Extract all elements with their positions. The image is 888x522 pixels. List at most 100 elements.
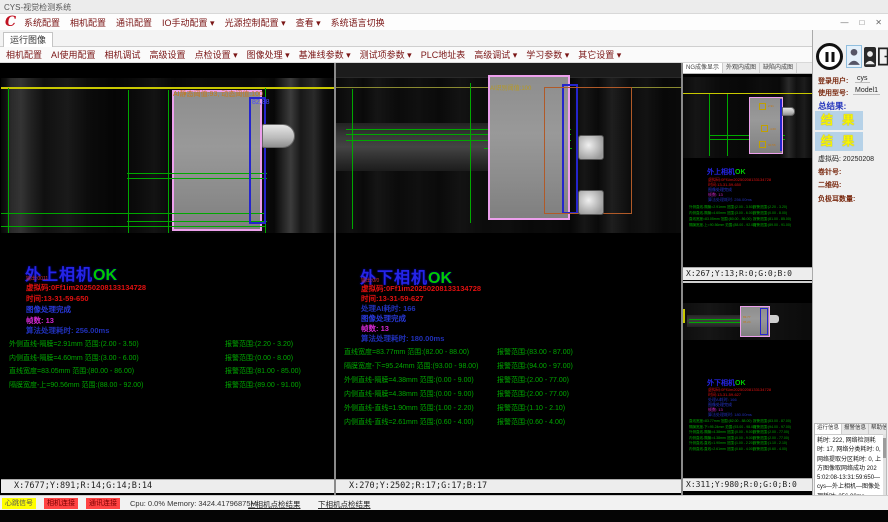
camera-link-badge: 相机连接 [44,498,78,509]
green-line [168,90,169,233]
measurement-value: 直线宽度=83.77mm 范围:(82.00 - 88.00) [344,347,469,357]
close-icon[interactable]: ✕ [875,18,882,27]
green-line [1,226,266,227]
menu-item-light-control-config[interactable]: 光源控制配置 ▾ [225,16,286,29]
measurement-value: 外侧直线-直线=1.90mm 范围:(1.00 - 2.20) [689,441,754,446]
model-value[interactable]: Model1 [853,87,880,95]
tool-camera-config[interactable]: 相机配置 [6,48,42,61]
ng-display-column: NG成像显示 外观内成图 缺陷内成图 2.91 4.60 90.56 [683,63,812,495]
tab-alarm-info[interactable]: 报警信息 [842,424,869,434]
baseline-yellow-line [683,93,812,94]
heartbeat-badge: 心跳信号 [2,498,36,509]
measurement-row: 内侧直线-隔膜=4.60mm 范围:(3.00 - 6.00)报警范围:(0.0… [683,211,812,216]
alarm-range: 报警范围:(2.00 - 77.00) [497,375,569,385]
tool-other-settings[interactable]: 其它设置 ▾ [578,48,621,61]
info-scrollbar[interactable] [883,434,886,499]
processing-done: 图像处理完成 [26,304,71,315]
tool-test-params[interactable]: 测试项参数 ▾ [360,48,412,61]
tab-outer-view[interactable]: 外观内成图 [723,63,760,73]
camera-name: 外上相机 [707,169,735,176]
measurement-value: 外侧直线-隔膜=4.38mm 范围:(0.00 - 9.00) [344,375,474,385]
comm-link-badge: 通讯连接 [86,498,120,509]
alarm-range: 报警范围:(1.10 - 2.10) [753,441,787,446]
lower-camera-thumbnail[interactable]: 83.77 95.24 [683,303,812,340]
upper-camera-thumbnail[interactable]: 2.91 4.60 90.56 [683,77,812,158]
negative-tab-count-label: 负极耳数量: [818,194,855,204]
menu-bar: C 系统配置 相机配置 通讯配置 IO手动配置 ▾ 光源控制配置 ▾ 查看 ▾ … [0,14,888,30]
mini-camera-title: 外上相机OK [707,167,746,177]
measurement-value: 隔膜宽度-上=90.56mm 范围:(88.00 - 92.00) [689,223,756,228]
alarm-range: 报警范围:(0.60 - 4.00) [753,447,787,452]
upper-camera-image[interactable]: AI静态阈值:93, 动态阈值:100 82,88 [1,78,334,233]
login-user-button[interactable] [846,45,862,68]
menu-item-io-manual-config[interactable]: IO手动配置 ▾ [162,16,215,29]
tab-ng-display[interactable]: NG成像显示 [683,63,723,73]
tab-connector [782,107,795,116]
exit-button[interactable] [877,45,888,68]
measurement-row: 直线宽度=83.77mm 范围:(82.00 - 88.00)报警范围:(83.… [683,419,812,424]
app-logo-icon: C [5,14,16,30]
window-title: CYS-视觉检测系统 [4,2,71,13]
lower-camera-check-link[interactable]: 下相机点检结果 [318,499,371,510]
tool-advanced-debug[interactable]: 高级调试 ▾ [474,48,517,61]
menu-item-camera-config[interactable]: 相机配置 [70,16,106,29]
green-line [127,178,267,179]
tab-run-info[interactable]: 运行信息 [815,424,842,434]
menu-item-view[interactable]: 查看 ▾ [296,16,321,29]
upper-camera-check-link[interactable]: 上相机点检结果 [248,499,301,510]
measurement-value: 直线宽度=83.77mm 范围:(82.00 - 88.00) [689,419,752,424]
measurement-value: 内侧直线-隔膜=4.60mm 范围:(3.00 - 6.00) [689,211,754,216]
alarm-range: 报警范围:(81.00 - 85.00) [753,217,791,222]
tab-help-info[interactable]: 帮助信息 [869,424,887,434]
tool-camera-debug[interactable]: 相机调试 [105,48,141,61]
measurement-value: 内侧直线-直线=2.61mm 范围:(0.60 - 4.00) [344,417,474,427]
measurement-value: 内侧直线-直线=2.61mm 范围:(0.60 - 4.00) [689,447,754,452]
user-icon [847,46,861,67]
pixel-coordinate-bar: X:267;Y:13;R:0;G:0;B:0 [683,267,812,280]
measurement-value: 直线宽度=83.05mm 范围:(80.00 - 86.00) [689,217,752,222]
green-line [1,213,266,214]
marker-value: 4.60 [770,127,776,131]
alarm-range: 报警范围:(89.00 - 91.00) [753,223,791,228]
menu-items: 系统配置 相机配置 通讯配置 IO手动配置 ▾ 光源控制配置 ▾ 查看 ▾ 系统… [24,14,385,30]
tool-ai-use-config[interactable]: AI使用配置 [51,48,96,61]
model-label: 使用型号: [818,88,848,98]
maximize-icon[interactable]: □ [859,18,864,27]
measurement-value: 隔膜宽度-下=95.24mm 范围:(93.00 - 98.00) [344,361,478,371]
alarm-range: 报警范围:(89.00 - 91.00) [225,380,301,390]
marker-value: 90.56 [768,143,776,147]
algorithm-elapsed: 算法处理耗时: 180.00ms [361,333,444,344]
operator-button[interactable] [864,47,876,67]
measurement-row: 外侧直线-隔膜=4.38mm 范围:(0.00 - 9.00)报警范围:(2.0… [683,430,812,435]
menu-item-comm-config[interactable]: 通讯配置 [116,16,152,29]
green-line [709,94,710,156]
tool-spot-check[interactable]: 点检设置 ▾ [195,48,238,61]
menu-item-language-switch[interactable]: 系统语言切换 [331,16,385,29]
camera-sub-text: 输出:0011 [26,275,48,282]
user-dark-icon [864,47,876,67]
tool-advanced-settings[interactable]: 高级设置 [150,48,186,61]
tab-connector [262,124,295,148]
main-area: AI静态阈值:93, 动态阈值:100 82,88 外上相机OK 输出:0011… [0,63,812,495]
measurement-value: 外侧直线-隔膜=2.91mm 范围:(2.00 - 3.50) [9,339,139,349]
login-user-value[interactable]: cys [855,75,870,83]
tab-defect-view[interactable]: 缺陷内成图 [760,63,797,73]
menu-item-system-config[interactable]: 系统配置 [24,16,60,29]
alarm-range: 报警范围:(81.00 - 85.00) [225,366,301,376]
title-bar: CYS-视觉检测系统 [0,0,888,14]
measurement-row: 外侧直线-隔膜=2.91mm 范围:(2.00 - 3.50)报警范围:(2.2… [1,339,334,349]
measurement-value: 内侧直线-隔膜=4.60mm 范围:(3.00 - 6.00) [9,353,139,363]
alarm-range: 报警范围:(0.00 - 8.00) [753,211,787,216]
tool-image-processing[interactable]: 图像处理 ▾ [247,48,290,61]
minimize-icon[interactable]: — [840,18,848,27]
pause-button[interactable] [816,43,843,70]
tool-plc-address[interactable]: PLC地址表 [421,48,466,61]
lower-camera-image[interactable]: AI识别阈值:100 [336,63,681,233]
alarm-range: 报警范围:(0.60 - 4.00) [497,417,565,427]
tool-baseline-params[interactable]: 基准线参数 ▾ [299,48,351,61]
ai-threshold-annotation: AI静态阈值:93, 动态阈值:100 [173,89,263,99]
tab-run-image[interactable]: 运行图像 [3,32,53,47]
result-display-upper: 结 果 [815,111,863,130]
tool-learning-params[interactable]: 学习参数 ▾ [526,48,569,61]
green-line [127,173,267,174]
